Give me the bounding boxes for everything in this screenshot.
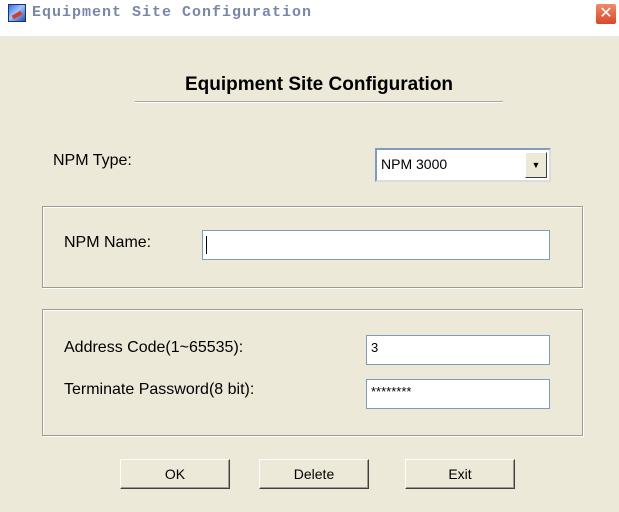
chevron-down-icon[interactable]: ▼ (525, 152, 547, 178)
address-code-label: Address Code(1~65535): (64, 339, 244, 356)
exit-button[interactable]: Exit (405, 459, 515, 489)
npm-type-selected-value: NPM 3000 (381, 156, 448, 172)
address-group (42, 309, 583, 436)
heading-divider (135, 101, 503, 103)
terminate-password-value: ******** (371, 384, 412, 399)
terminate-password-label: Terminate Password(8 bit): (64, 381, 255, 398)
terminate-password-input[interactable]: ******** (366, 379, 550, 409)
text-caret (206, 236, 207, 254)
delete-button[interactable]: Delete (259, 459, 369, 489)
npm-name-input[interactable] (202, 230, 550, 260)
title-bar[interactable]: Equipment Site Configuration ✕ (0, 0, 619, 36)
window-title: Equipment Site Configuration (32, 4, 313, 21)
npm-type-select[interactable]: NPM 3000 ▼ (375, 148, 551, 182)
ok-button[interactable]: OK (120, 459, 230, 489)
page-title: Equipment Site Configuration (184, 74, 454, 95)
address-code-input[interactable]: 3 (366, 335, 550, 365)
npm-type-label: NPM Type: (53, 152, 132, 169)
npm-name-label: NPM Name: (64, 234, 152, 251)
close-icon[interactable]: ✕ (595, 3, 617, 25)
dialog-window: Equipment Site Configuration ✕ Equipment… (0, 0, 619, 512)
address-code-value: 3 (371, 340, 379, 355)
app-icon (8, 4, 26, 22)
